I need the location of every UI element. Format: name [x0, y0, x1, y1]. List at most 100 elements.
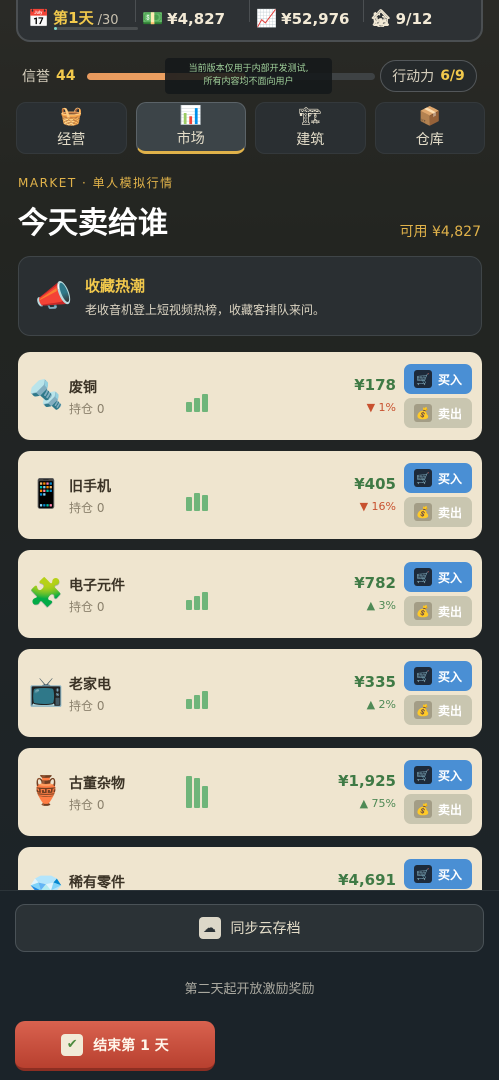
news-card: 📣 收藏热潮 老收音机登上短视频热榜，收藏客排队来问。: [18, 256, 482, 336]
action-points-value: 6/9: [440, 68, 465, 84]
item-name: 老家电: [69, 677, 111, 693]
buy-button[interactable]: 🛒 买入: [404, 463, 472, 493]
trend-bar: [186, 402, 192, 412]
market-kicker: MARKET · 单人模拟行情: [18, 176, 174, 190]
item-change: ▲ 75%: [359, 797, 396, 810]
tab-label: 仓库: [415, 132, 444, 148]
item-change: ▼ 16%: [359, 500, 396, 513]
item-holding: 持仓 0: [69, 699, 105, 713]
cart-icon: 🛒: [413, 370, 432, 388]
money-bag-icon: 💰: [413, 701, 432, 719]
item-price: ¥178: [354, 376, 396, 394]
item-holding: 持仓 0: [69, 798, 105, 812]
item-icon: 🔩: [28, 378, 64, 411]
buy-button[interactable]: 🛒 买入: [404, 562, 472, 592]
trend-sparkbars: [186, 394, 208, 412]
day-stat: 📅 第1天/30: [28, 7, 129, 28]
notice-line-1: 当前版本仅用于内部开发测试,: [188, 64, 309, 74]
sell-button[interactable]: 💰 卖出: [404, 695, 472, 725]
buy-label: 买入: [437, 768, 462, 783]
trend-bar: [194, 596, 200, 610]
tab-label: 市场: [176, 131, 205, 147]
available-cash: 可用 ¥4,827: [399, 224, 481, 240]
item-name: 旧手机: [69, 479, 111, 495]
cart-icon: 🛒: [413, 766, 432, 784]
news-title: 收藏热潮: [85, 276, 146, 295]
calendar-icon: 📅: [28, 9, 50, 29]
buildings-stat: 🏚 9/12: [370, 10, 471, 28]
action-points-label: 行动力: [392, 69, 435, 85]
market-item: 💎稀有零件¥4,691🛒买入💰卖出: [18, 847, 482, 892]
action-points-pill: 行动力 6/9: [380, 60, 477, 92]
buy-label: 买入: [437, 867, 462, 882]
page-title: 今天卖给谁: [18, 206, 168, 241]
sell-button[interactable]: 💰 卖出: [404, 794, 472, 824]
trend-bar: [202, 495, 208, 511]
top-stats-card: 📅 第1天/30 💵 ¥4,827 📈 ¥52,976 🏚 9/12: [16, 0, 483, 42]
box-icon: 📦: [418, 106, 441, 127]
day-total: /30: [97, 13, 119, 28]
buy-label: 买入: [437, 471, 462, 486]
cart-icon: 🛒: [413, 568, 432, 586]
cash-value: ¥4,827: [167, 10, 226, 28]
tab-3[interactable]: 📦 仓库: [374, 102, 485, 154]
money-bag-icon: 💰: [413, 404, 432, 422]
item-icon: 📱: [28, 477, 64, 510]
calendar-check-icon: ✔: [61, 1033, 84, 1056]
sell-label: 卖出: [437, 406, 462, 421]
trend-bar: [186, 699, 192, 709]
trend-bar: [186, 497, 192, 511]
buy-label: 买入: [437, 669, 462, 684]
end-day-label: 结束第 1 天: [93, 1037, 169, 1054]
cash-stat: 💵 ¥4,827: [142, 10, 243, 28]
footer: ☁ 同步云存档 第二天起开放激励奖励 ✔ 结束第 1 天: [0, 890, 499, 1080]
news-desc: 老收音机登上短视频热榜，收藏客排队来问。: [85, 302, 326, 317]
money-bag-icon: 💰: [413, 800, 432, 818]
sell-label: 卖出: [437, 604, 462, 619]
trend-bar: [186, 600, 192, 610]
chart-icon: 📊: [179, 105, 202, 126]
trend-bar: [202, 691, 208, 709]
buy-button[interactable]: 🛒 买入: [404, 859, 472, 889]
trend-sparkbars: [186, 776, 208, 808]
cart-icon: 🛒: [413, 865, 432, 883]
item-price: ¥4,691: [338, 871, 396, 889]
item-name: 古董杂物: [69, 776, 125, 792]
dev-notice: 当前版本仅用于内部开发测试, 所有内容均不面向用户: [165, 58, 332, 94]
tab-1[interactable]: 📊 市场: [135, 102, 246, 154]
assets-value: ¥52,976: [281, 10, 350, 28]
trend-bar: [186, 776, 192, 808]
sell-button[interactable]: 💰 卖出: [404, 497, 472, 527]
buy-button[interactable]: 🛒 买入: [404, 364, 472, 394]
buy-label: 买入: [437, 570, 462, 585]
cart-icon: 🛒: [413, 469, 432, 487]
sell-label: 卖出: [437, 802, 462, 817]
notice-line-2: 所有内容均不面向用户: [203, 77, 294, 87]
tab-0[interactable]: 🧺 经营: [16, 102, 127, 154]
main-tabs: 🧺 经营 📊 市场 🏗 建筑 📦 仓库: [16, 102, 485, 154]
buy-button[interactable]: 🛒 买入: [404, 760, 472, 790]
sell-button[interactable]: 💰 卖出: [404, 596, 472, 626]
buy-button[interactable]: 🛒 买入: [404, 661, 472, 691]
day-label: 第1天: [53, 9, 94, 27]
assets-stat: 📈 ¥52,976: [256, 10, 357, 28]
item-holding: 持仓 0: [69, 600, 105, 614]
item-change: ▲ 3%: [366, 599, 396, 612]
basket-icon: 🧺: [60, 106, 83, 127]
item-price: ¥405: [354, 475, 396, 493]
tab-label: 建筑: [296, 132, 325, 148]
item-icon: 🧩: [28, 576, 64, 609]
tab-label: 经营: [57, 132, 86, 148]
end-day-button[interactable]: ✔ 结束第 1 天: [15, 1021, 215, 1071]
tab-2[interactable]: 🏗 建筑: [255, 102, 366, 154]
crane-icon: 🏗: [298, 106, 322, 127]
trend-bar: [202, 786, 208, 808]
trend-bar: [194, 493, 200, 511]
item-icon: 🏺: [28, 774, 64, 807]
sync-save-button[interactable]: ☁ 同步云存档: [15, 904, 484, 952]
sell-button[interactable]: 💰 卖出: [404, 398, 472, 428]
item-change: ▲ 2%: [366, 698, 396, 711]
market-list[interactable]: 🔩 废铜 持仓 0 ¥178 ▼ 1% 🛒 买入 💰 卖出 📱 旧手机 持仓 0 ¥405 ▼ 16% 🛒 买…: [18, 352, 482, 892]
cart-icon: 🛒: [413, 667, 432, 685]
item-change: ▼ 1%: [366, 401, 396, 414]
